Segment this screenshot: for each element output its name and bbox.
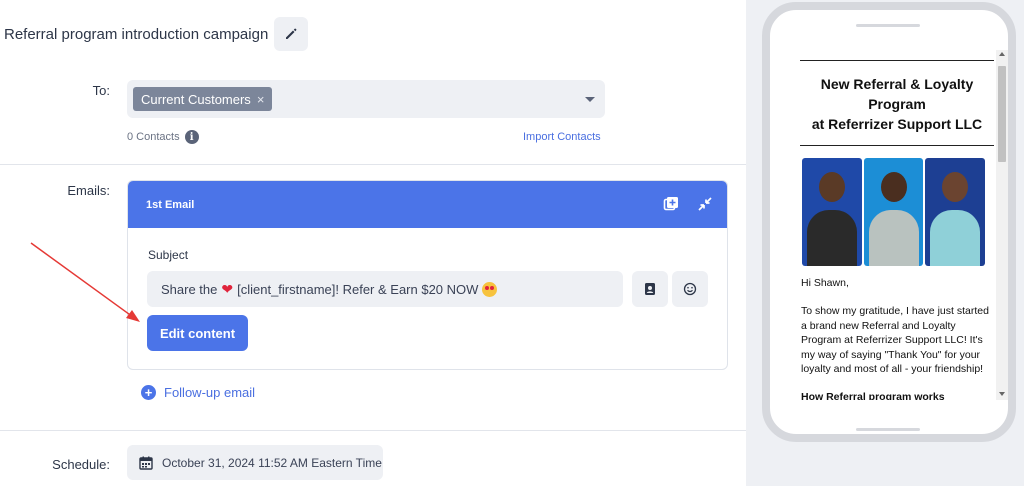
preview-hero-image: [802, 158, 986, 266]
person-photo: [925, 158, 986, 266]
preview-section-heading: How Referral program works: [801, 391, 945, 400]
person-head: [818, 172, 845, 202]
preview-scrollbar[interactable]: [996, 50, 1008, 400]
preview-body: To show my gratitude, I have just starte…: [801, 305, 989, 375]
preview-title-line: Program: [868, 96, 926, 112]
scroll-thumb[interactable]: [998, 66, 1006, 162]
phone-screen[interactable]: New Referral & Loyalty Program at Referr…: [785, 44, 1005, 400]
phone-preview: New Referral & Loyalty Program at Referr…: [762, 2, 1016, 442]
annotation-arrow-icon: [30, 242, 140, 322]
preview-mid-rule: [800, 145, 994, 146]
phone-speaker: [856, 24, 920, 27]
person-body: [930, 210, 981, 266]
person-photo: [802, 158, 862, 266]
person-body: [806, 210, 857, 266]
campaign-editor: Referral program introduction campaign T…: [0, 0, 746, 486]
preview-title: New Referral & Loyalty Program at Referr…: [800, 74, 994, 134]
phone-home-bar: [856, 428, 920, 431]
preview-title-line: at Referrizer Support LLC: [811, 116, 983, 132]
preview-title-line: New Referral & Loyalty: [820, 76, 974, 92]
scroll-up-icon[interactable]: [999, 52, 1005, 56]
person-head: [942, 172, 969, 202]
person-photo: [863, 158, 924, 266]
person-head: [880, 172, 907, 202]
scroll-down-icon[interactable]: [999, 392, 1005, 396]
preview-greeting: Hi Shawn,: [801, 277, 849, 289]
preview-top-rule: [800, 60, 994, 61]
person-body: [868, 210, 919, 266]
